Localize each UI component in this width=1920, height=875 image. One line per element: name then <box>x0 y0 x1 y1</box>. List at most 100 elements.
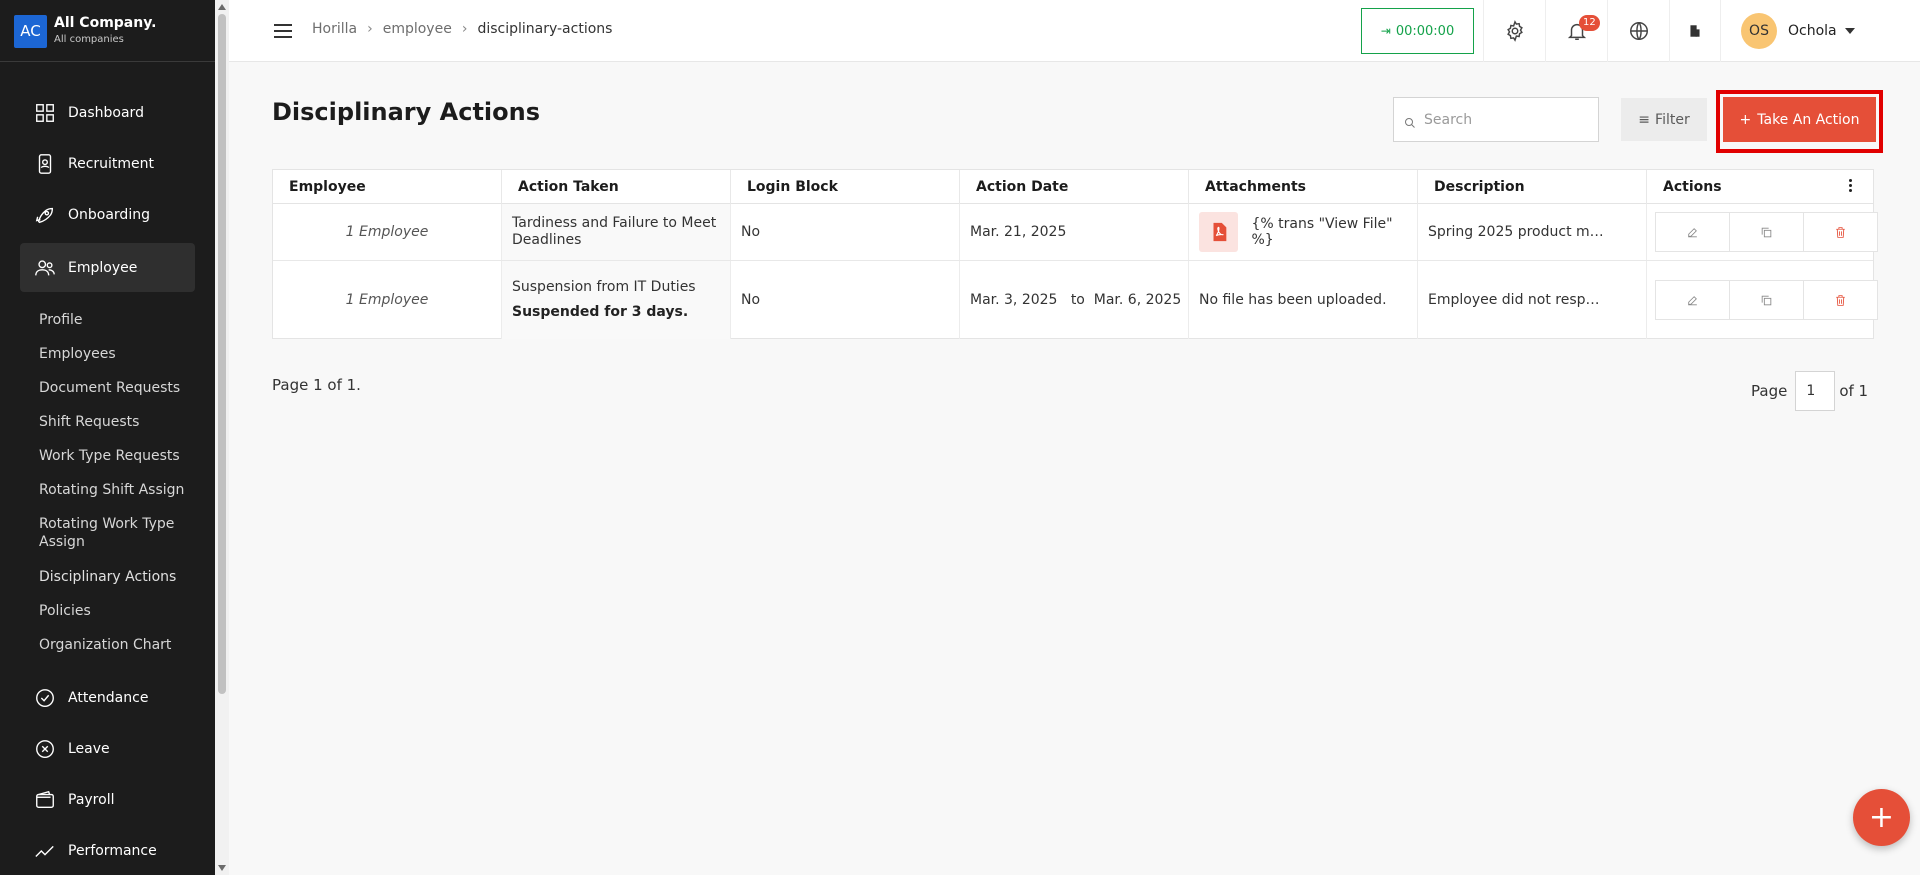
building-icon <box>1690 25 1700 37</box>
plus-icon: + <box>1868 800 1895 835</box>
submenu-employees[interactable]: Employees <box>39 345 199 363</box>
take-action-label: Take An Action <box>1757 111 1860 128</box>
check-in-timer-button[interactable]: ⇥ 00:00:00 <box>1361 8 1474 54</box>
submenu-shift-requests[interactable]: Shift Requests <box>39 413 199 431</box>
notifications-button[interactable]: 12 <box>1545 0 1607 62</box>
submenu-profile[interactable]: Profile <box>39 311 199 329</box>
sidebar-item-label: Recruitment <box>68 155 155 172</box>
sidebar-item-performance[interactable]: Performance <box>20 826 195 875</box>
company-name: All Company. <box>54 15 157 31</box>
sidebar-item-recruitment[interactable]: Recruitment <box>20 139 195 188</box>
plus-icon: + <box>1739 111 1752 128</box>
scroll-thumb[interactable] <box>218 14 226 694</box>
column-header-action-taken[interactable]: Action Taken <box>502 170 731 204</box>
quick-add-button[interactable]: + <box>1853 789 1910 846</box>
sidebar-item-leave[interactable]: Leave <box>20 724 195 773</box>
breadcrumb-item[interactable]: Horilla <box>312 21 357 37</box>
row-actions <box>1655 280 1878 320</box>
pagination: Page 1 of 1 <box>1751 371 1868 411</box>
user-name: Ochola <box>1788 23 1837 39</box>
submenu-rotating-work-type-assign[interactable]: Rotating Work Type Assign <box>39 515 184 551</box>
scroll-up-arrow[interactable] <box>218 4 226 10</box>
trash-icon <box>1836 226 1845 238</box>
sidebar-item-onboarding[interactable]: Onboarding <box>20 190 195 239</box>
cell-login-block: No <box>731 261 960 339</box>
login-icon: ⇥ <box>1380 24 1391 38</box>
settings-button[interactable] <box>1483 0 1545 62</box>
column-options-icon[interactable] <box>1849 179 1853 194</box>
column-header-attachments[interactable]: Attachments <box>1189 170 1418 204</box>
copy-icon <box>1761 295 1772 305</box>
breadcrumb-current: disciplinary-actions <box>477 21 613 37</box>
column-header-employee[interactable]: Employee <box>273 170 502 204</box>
gear-icon <box>1506 20 1523 42</box>
submenu-document-requests[interactable]: Document Requests <box>39 379 199 397</box>
sidebar-item-employee[interactable]: Employee <box>20 243 195 292</box>
company-logo: AC <box>14 15 47 48</box>
sidebar-item-label: Dashboard <box>68 104 144 121</box>
duplicate-button[interactable] <box>1729 212 1804 252</box>
column-header-actions: Actions <box>1663 179 1722 195</box>
submenu-organization-chart[interactable]: Organization Chart <box>39 636 199 654</box>
submenu-rotating-shift-assign[interactable]: Rotating Shift Assign <box>39 481 199 499</box>
column-header-description[interactable]: Description <box>1418 170 1647 204</box>
sidebar-item-payroll[interactable]: Payroll <box>20 775 195 824</box>
cell-employee[interactable]: 1 Employee <box>273 204 502 260</box>
filter-button[interactable]: ≡ Filter <box>1621 98 1707 141</box>
sidebar-item-dashboard[interactable]: Dashboard <box>20 88 195 137</box>
menu-toggle-icon[interactable] <box>274 24 292 38</box>
timer-value: 00:00:00 <box>1395 23 1455 39</box>
users-icon <box>34 257 56 279</box>
sidebar-item-attendance[interactable]: Attendance <box>20 673 195 722</box>
column-header-login-block[interactable]: Login Block <box>731 170 960 204</box>
trend-icon <box>34 840 56 862</box>
scroll-down-arrow[interactable] <box>218 865 226 871</box>
page-number-input[interactable]: 1 <box>1795 371 1836 411</box>
page-title: Disciplinary Actions <box>272 98 540 126</box>
filter-icon: ≡ <box>1638 111 1651 128</box>
topbar: Horilla › employee › disciplinary-action… <box>229 0 1920 62</box>
search-box[interactable] <box>1393 97 1599 142</box>
company-switcher[interactable]: AC All Company. All companies <box>0 0 215 62</box>
table-row[interactable]: 1 Employee Tardiness and Failure to Meet… <box>273 204 1878 261</box>
filter-label: Filter <box>1655 111 1690 128</box>
edit-button[interactable] <box>1655 212 1730 252</box>
delete-button[interactable] <box>1803 280 1878 320</box>
globe-icon <box>1629 22 1648 40</box>
cell-employee[interactable]: 1 Employee <box>273 261 502 339</box>
table-header: Employee Action Taken Login Block Action… <box>273 170 1873 204</box>
delete-button[interactable] <box>1803 212 1878 252</box>
chevron-right-icon: › <box>461 21 468 37</box>
company-sub: All companies <box>54 34 124 45</box>
rocket-icon <box>34 204 56 226</box>
take-an-action-button[interactable]: + Take An Action <box>1723 97 1876 142</box>
cell-action-date: Mar. 3, 2025 to Mar. 6, 2025 <box>960 261 1189 339</box>
cell-action-taken: Tardiness and Failure to Meet Deadlines <box>502 204 731 260</box>
pdf-file-icon[interactable] <box>1199 212 1239 252</box>
x-circle-icon <box>34 738 56 760</box>
column-header-action-date[interactable]: Action Date <box>960 170 1189 204</box>
company-button[interactable] <box>1669 0 1720 62</box>
cell-login-block: No <box>731 204 960 260</box>
submenu-work-type-requests[interactable]: Work Type Requests <box>39 447 199 465</box>
description-text: Spring 2025 product manu... <box>1428 224 1608 240</box>
dashboard-icon <box>34 102 56 124</box>
submenu-disciplinary-actions[interactable]: Disciplinary Actions <box>39 568 199 586</box>
user-menu[interactable]: OS Ochola <box>1720 0 1920 62</box>
search-input[interactable] <box>1424 111 1594 128</box>
copy-icon <box>1761 227 1772 237</box>
language-button[interactable] <box>1607 0 1669 62</box>
wallet-icon <box>34 789 56 811</box>
table-row[interactable]: 1 Employee Suspension from IT Duties Sus… <box>273 261 1878 339</box>
sidebar-scrollbar[interactable] <box>215 0 229 875</box>
sidebar-item-label: Leave <box>68 740 110 757</box>
breadcrumb-item[interactable]: employee <box>383 21 452 37</box>
submenu-policies[interactable]: Policies <box>39 602 199 620</box>
edit-button[interactable] <box>1655 280 1730 320</box>
view-file-link[interactable]: {% trans "View File" %} <box>1251 216 1417 248</box>
action-taken-text: Tardiness and Failure to Meet Deadlines <box>512 215 717 248</box>
duplicate-button[interactable] <box>1729 280 1804 320</box>
disciplinary-table: Employee Action Taken Login Block Action… <box>272 169 1878 339</box>
pager-label: Page <box>1751 382 1788 400</box>
pager-total: of 1 <box>1839 382 1869 400</box>
